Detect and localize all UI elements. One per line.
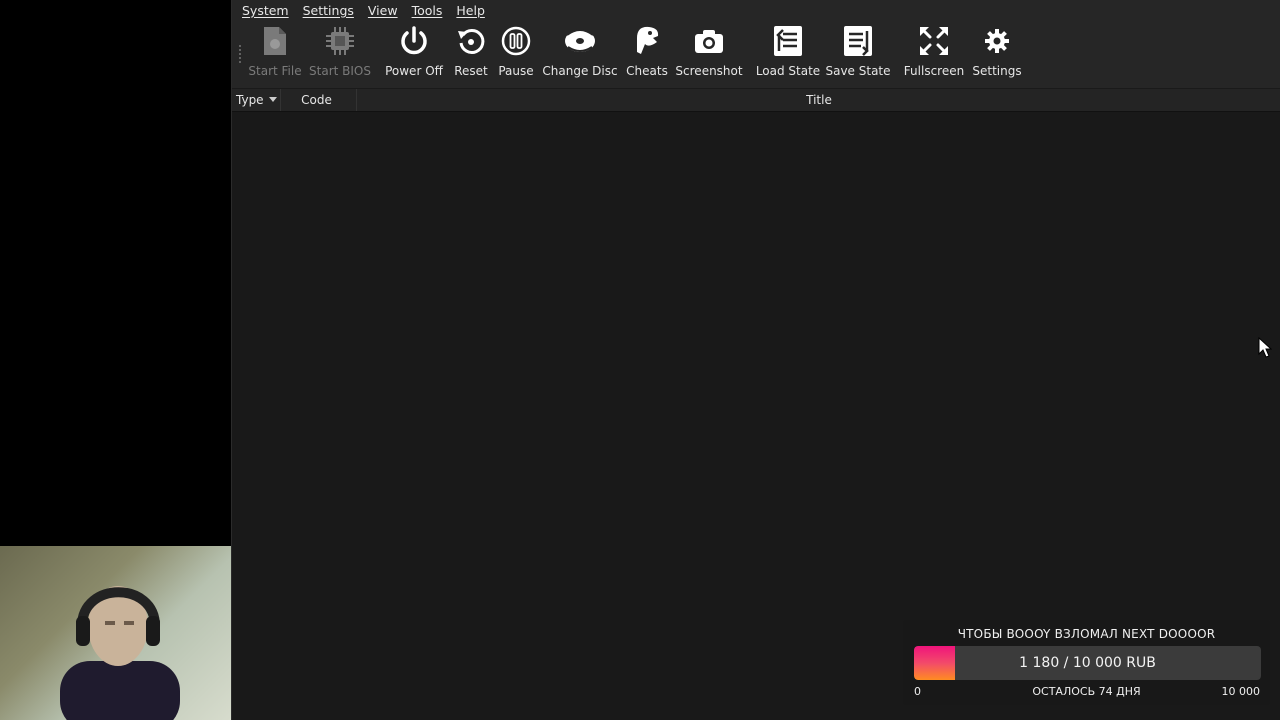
pause-label: Pause <box>498 64 534 78</box>
column-title-label: Title <box>806 93 832 107</box>
load-state-icon <box>774 26 802 56</box>
mouse-cursor-icon <box>1258 337 1272 358</box>
emulator-window: System Settings View Tools Help Start Fi… <box>231 0 1280 720</box>
menu-system[interactable]: System <box>242 3 289 18</box>
screenshot-button[interactable]: Screenshot <box>675 24 743 84</box>
menu-tools[interactable]: Tools <box>412 3 443 18</box>
start-bios-button[interactable]: Start BIOS <box>309 24 371 84</box>
cheats-label: Cheats <box>626 64 668 78</box>
game-list-header: Type Code Title <box>232 89 1280 112</box>
cheats-button[interactable]: Cheats <box>626 24 668 84</box>
load-state-label: Load State <box>755 64 821 78</box>
disc-swap-icon <box>565 29 595 52</box>
donation-remaining-label: ОСТАЛОСЬ 74 ДНЯ <box>1032 685 1141 698</box>
chip-icon <box>326 27 354 55</box>
donation-goal-widget: ЧТОБЫ BOOOY ВЗЛОМАЛ NEXT DOOOOR 1 180 / … <box>903 620 1270 705</box>
column-code-label: Code <box>301 93 332 107</box>
sort-down-icon <box>268 97 277 102</box>
fullscreen-button[interactable]: Fullscreen <box>903 24 965 84</box>
webcam-overlay <box>0 546 231 720</box>
settings-label: Settings <box>972 64 1022 78</box>
power-off-button[interactable]: Power Off <box>385 24 443 84</box>
save-state-button[interactable]: Save State <box>825 24 891 84</box>
menu-bar: System Settings View Tools Help <box>232 0 1280 20</box>
reset-button[interactable]: Reset <box>452 24 490 84</box>
change-disc-label: Change Disc <box>542 64 618 78</box>
column-type[interactable]: Type <box>232 89 281 111</box>
load-state-button[interactable]: Load State <box>755 24 821 84</box>
donation-progress-bar: 1 180 / 10 000 RUB <box>914 646 1261 680</box>
settings-button[interactable]: Settings <box>972 24 1022 84</box>
donation-max-label: 10 000 <box>1221 685 1261 698</box>
donation-title: ЧТОБЫ BOOOY ВЗЛОМАЛ NEXT DOOOOR <box>957 627 1216 641</box>
menu-view[interactable]: View <box>368 3 398 18</box>
menu-help[interactable]: Help <box>456 3 485 18</box>
reset-icon <box>458 28 485 54</box>
gear-icon <box>985 29 1009 53</box>
donation-progress-text: 1 180 / 10 000 RUB <box>1019 655 1156 671</box>
fullscreen-label: Fullscreen <box>903 64 965 78</box>
power-off-label: Power Off <box>385 64 443 78</box>
screenshot-label: Screenshot <box>675 64 743 78</box>
start-file-button[interactable]: Start File <box>248 24 302 84</box>
toolbar-grip-handle[interactable] <box>238 44 242 64</box>
camera-icon <box>695 30 723 53</box>
change-disc-button[interactable]: Change Disc <box>542 24 618 84</box>
cheats-icon <box>637 26 659 54</box>
power-icon <box>401 26 427 55</box>
pause-button[interactable]: Pause <box>497 24 535 84</box>
pause-icon <box>501 26 531 56</box>
column-title[interactable]: Title <box>357 89 1280 111</box>
column-type-label: Type <box>236 93 264 107</box>
toolbar: Start File Start BIOS Power Off Reset Pa… <box>232 20 1280 89</box>
file-icon <box>264 27 286 55</box>
menu-settings[interactable]: Settings <box>303 3 354 18</box>
reset-label: Reset <box>454 64 488 78</box>
save-state-label: Save State <box>825 64 891 78</box>
column-code[interactable]: Code <box>277 89 357 111</box>
fullscreen-icon <box>920 27 948 55</box>
start-bios-label: Start BIOS <box>309 64 371 78</box>
save-state-icon <box>844 26 872 56</box>
webcam-person-image <box>60 586 180 720</box>
start-file-label: Start File <box>248 64 302 78</box>
